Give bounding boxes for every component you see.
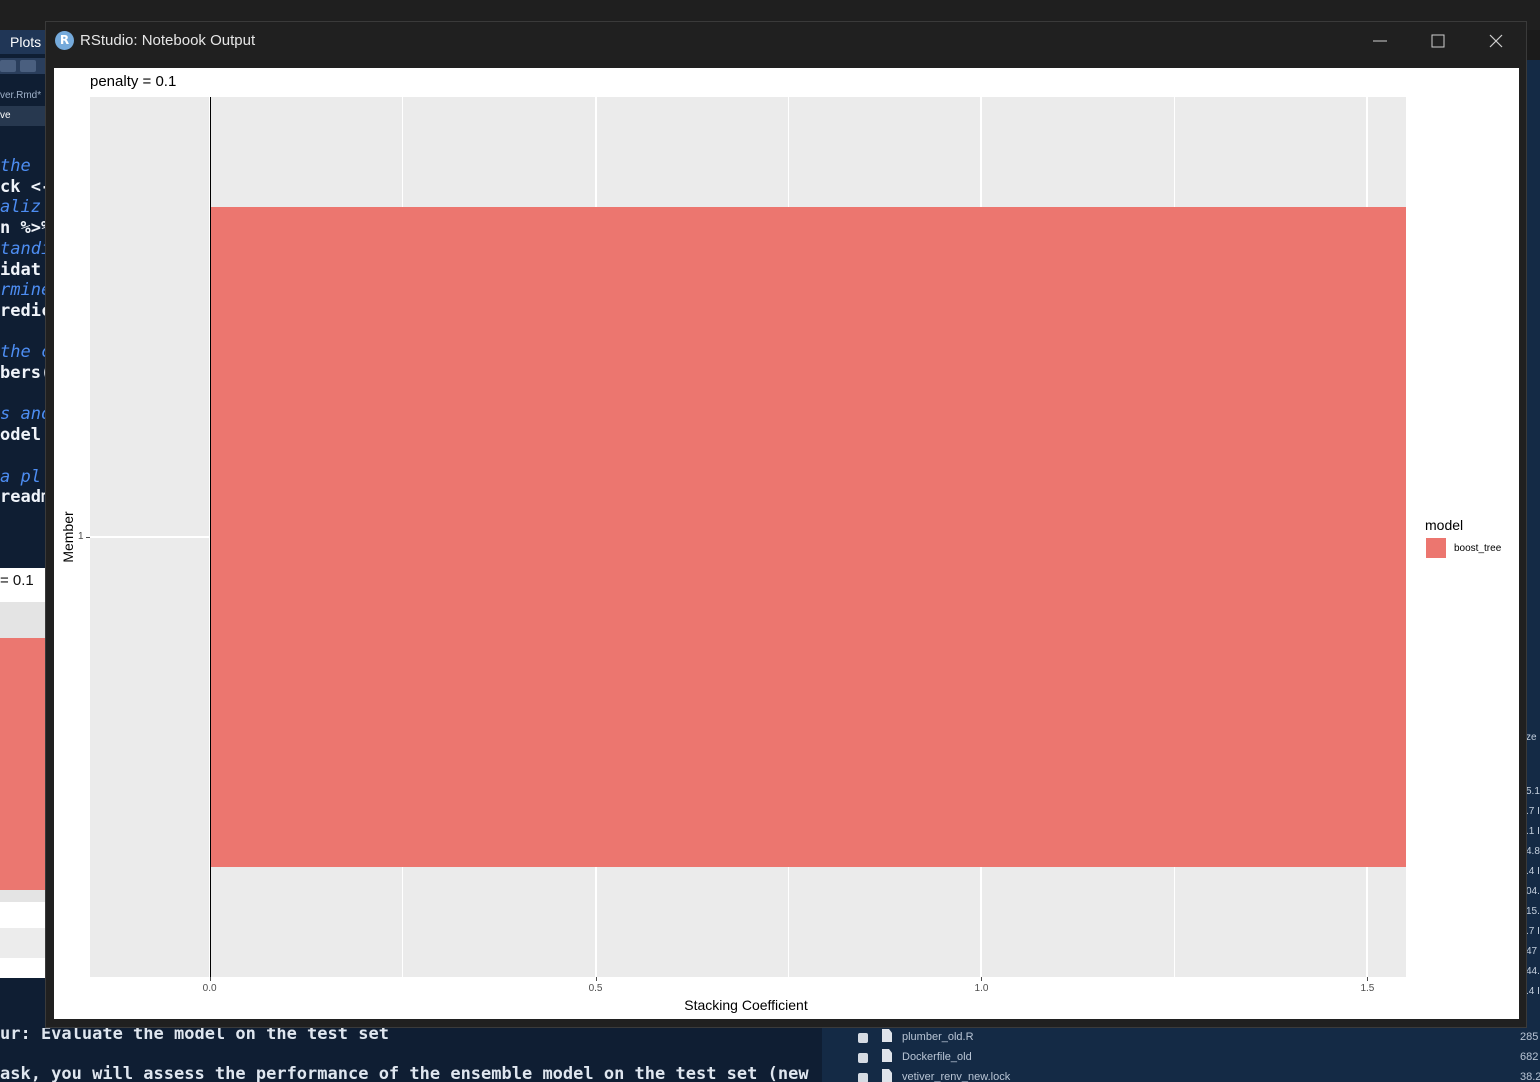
code-line[interactable]: ck <- <box>0 177 46 198</box>
x-tick-label: 0.0 <box>202 983 217 994</box>
code-line[interactable]: s ano <box>0 404 46 425</box>
console-line: ur: Evaluate the model on the test set <box>0 1028 389 1044</box>
code-line[interactable]: bers( <box>0 363 46 384</box>
background-console: ur: Evaluate the model on the test set a… <box>0 1028 830 1082</box>
mini-plot-title: = 0.1 <box>0 572 34 589</box>
x-tick-label: 1.0 <box>974 983 989 994</box>
minimize-button[interactable] <box>1351 22 1409 60</box>
code-line[interactable]: idat <box>0 260 46 281</box>
x-tick-mark <box>981 977 983 981</box>
x-tick-label: 1.5 <box>1360 983 1375 994</box>
background-plot-viewer: = 0.1 <box>0 568 46 978</box>
r-file-icon <box>882 1029 892 1042</box>
bar-boost_tree <box>209 207 1406 867</box>
y-tick-mark <box>86 537 90 538</box>
legend-title: model <box>1425 517 1464 533</box>
file-size-partial: .4 I <box>1526 986 1540 997</box>
code-line[interactable]: rmine <box>0 280 46 301</box>
background-ide-editor: Plots ver.Rmd* ve theck <-alizn %>%tandi… <box>0 30 46 1030</box>
file-size: 285 <box>1520 1031 1539 1043</box>
plot-panel <box>90 97 1406 977</box>
file-size-partial: .7 I <box>1526 926 1540 937</box>
file-name[interactable]: Dockerfile_old <box>902 1051 972 1063</box>
code-line[interactable]: tandi <box>0 239 46 260</box>
background-files-pane: plumber_old.R 285 Dockerfile_old 682 vet… <box>822 1028 1540 1082</box>
plot-title: penalty = 0.1 <box>90 73 177 90</box>
code-line[interactable]: the <box>0 156 46 177</box>
close-button[interactable] <box>1467 22 1525 60</box>
editor-file-tab[interactable]: ver.Rmd* <box>0 90 46 106</box>
code-line[interactable]: readm <box>0 487 46 508</box>
file-name[interactable]: plumber_old.R <box>902 1031 974 1043</box>
toolbar-button[interactable] <box>0 60 16 72</box>
file-icon <box>882 1049 892 1062</box>
background-right-pane: ze 5.1 .7 I .1 I 4.8 .4 I 04. 15. .7 I 47 44. .4 I <box>1526 60 1540 1028</box>
file-checkbox[interactable] <box>858 1073 868 1082</box>
window-titlebar[interactable]: R RStudio: Notebook Output <box>46 22 1526 60</box>
redo-icon[interactable] <box>20 60 36 72</box>
rstudio-app-icon: R <box>55 31 74 50</box>
file-size-partial: ze <box>1526 732 1537 743</box>
legend-label: boost_tree <box>1454 543 1502 554</box>
file-size-partial: 47 <box>1526 946 1538 957</box>
notebook-output-window[interactable]: R RStudio: Notebook Output penalty = 0.1… <box>45 21 1527 1028</box>
code-line[interactable]: aliz <box>0 197 46 218</box>
window-title: RStudio: Notebook Output <box>80 32 256 49</box>
y-tick-label: 1 <box>78 531 84 542</box>
file-row[interactable]: vetiver_renv_new.lock 38.2 <box>822 1068 1540 1082</box>
x-tick-mark <box>209 977 211 981</box>
x-tick-mark <box>1367 977 1369 981</box>
file-size: 38.2 <box>1520 1071 1540 1082</box>
editor-toolbar <box>0 58 46 74</box>
legend-key-boost-tree <box>1426 538 1446 558</box>
file-size-partial: 04. <box>1526 886 1540 897</box>
code-line[interactable]: a pl <box>0 467 46 488</box>
file-size-partial: 5.1 <box>1526 786 1540 797</box>
code-line[interactable] <box>0 322 46 343</box>
close-icon <box>1489 34 1503 48</box>
mini-plot-bar <box>0 638 46 890</box>
file-size-partial: .7 I <box>1526 806 1540 817</box>
code-line[interactable]: n %>% <box>0 218 46 239</box>
code-line[interactable] <box>0 446 46 467</box>
file-name[interactable]: vetiver_renv_new.lock <box>902 1071 1010 1082</box>
file-checkbox[interactable] <box>858 1033 868 1043</box>
file-size-partial: .1 I <box>1526 826 1540 837</box>
file-row[interactable]: plumber_old.R 285 <box>822 1028 1540 1048</box>
console-line: ask, you will assess the performance of … <box>0 1064 809 1082</box>
zero-reference-line <box>209 97 211 977</box>
y-axis-label: Member <box>60 511 76 563</box>
file-size-partial: .4 I <box>1526 866 1540 877</box>
minimize-icon <box>1373 40 1387 42</box>
file-icon <box>882 1069 892 1082</box>
file-size-partial: 4.8 <box>1526 846 1540 857</box>
x-tick-label: 0.5 <box>588 983 603 994</box>
x-tick-mark <box>595 977 597 981</box>
file-size: 682 <box>1520 1051 1539 1063</box>
plots-tab[interactable]: Plots <box>0 30 46 54</box>
plot-output-area: penalty = 0.1 0.0 0.5 1.0 1.5 1 Stacking Coe… <box>54 68 1519 1019</box>
mini-plot-footer <box>0 928 46 958</box>
code-line[interactable]: redic <box>0 301 46 322</box>
maximize-button[interactable] <box>1409 22 1467 60</box>
file-size-partial: 44. <box>1526 966 1540 977</box>
x-axis-label: Stacking Coefficient <box>684 997 808 1013</box>
file-size-partial: 15. <box>1526 906 1540 917</box>
code-line[interactable]: odel <box>0 425 46 446</box>
code-line[interactable]: the c <box>0 342 46 363</box>
code-line[interactable] <box>0 384 46 405</box>
file-checkbox[interactable] <box>858 1053 868 1063</box>
maximize-icon <box>1431 34 1445 48</box>
editor-save-bar[interactable]: ve <box>0 106 46 126</box>
file-row[interactable]: Dockerfile_old 682 <box>822 1048 1540 1068</box>
